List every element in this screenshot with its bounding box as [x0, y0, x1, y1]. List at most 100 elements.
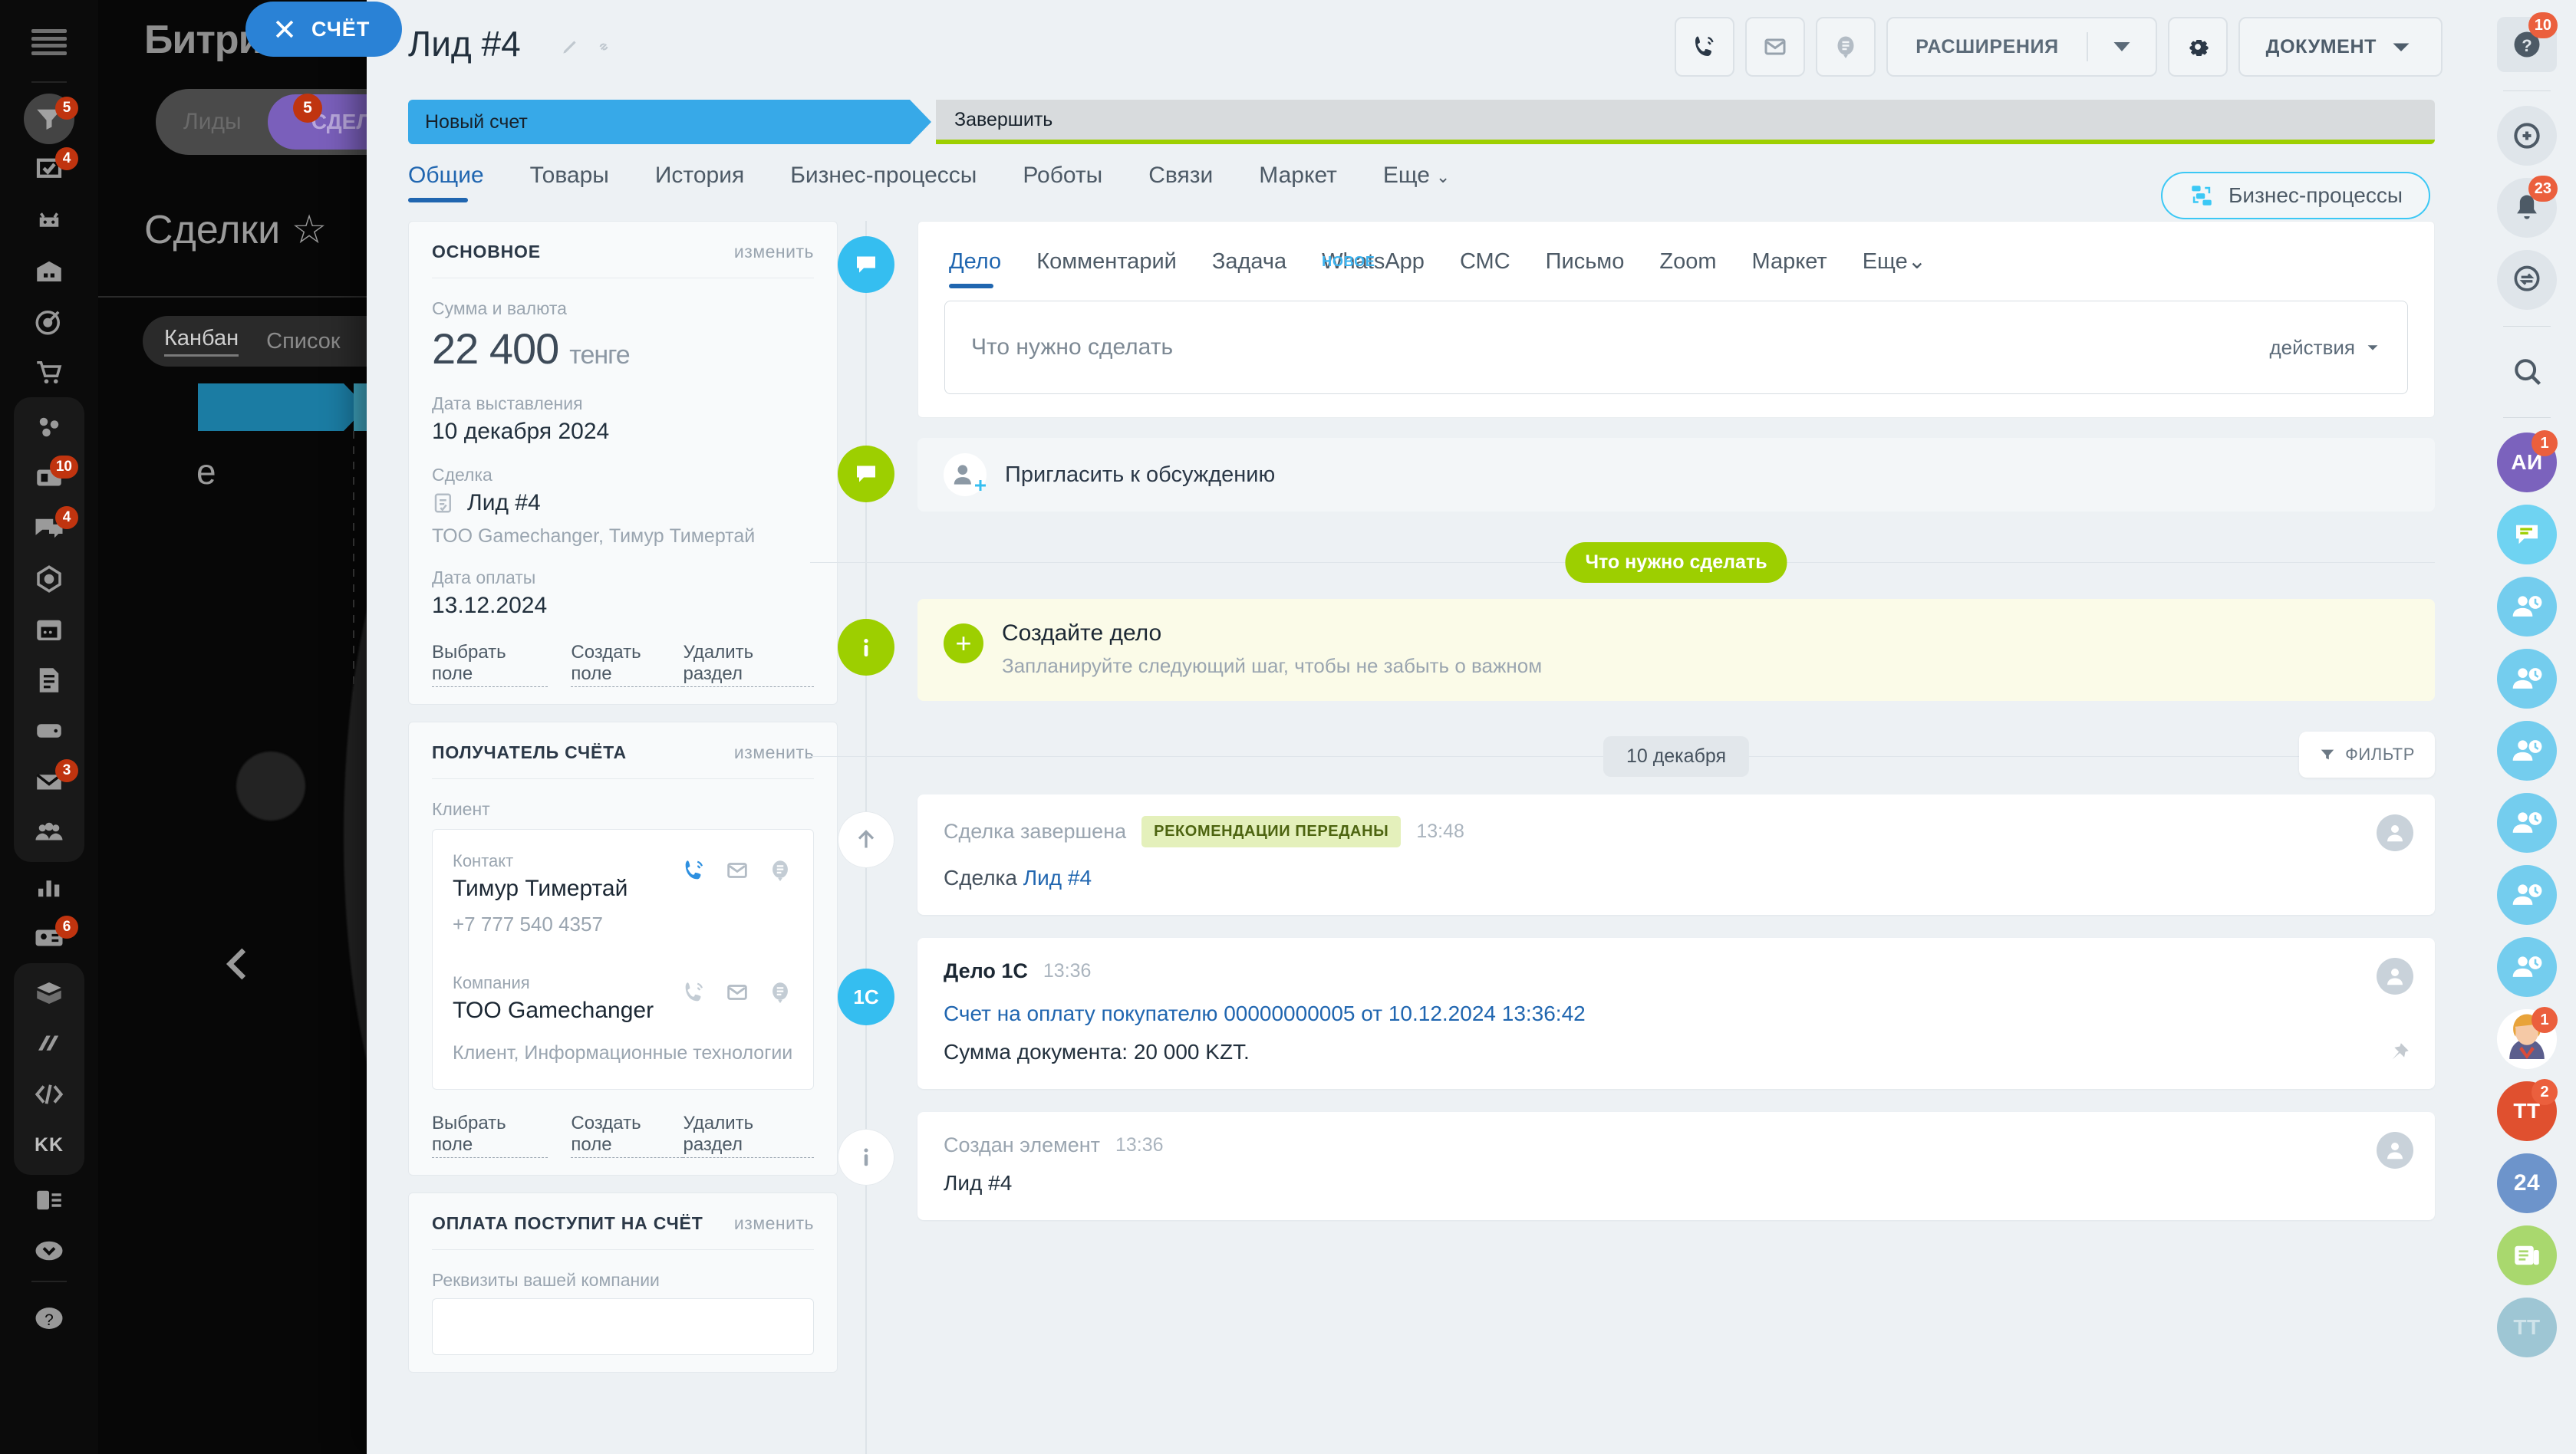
card-recipient-edit[interactable]: изменить — [734, 742, 814, 763]
avatar-ai[interactable]: АИ 1 — [2493, 429, 2561, 496]
select-field-link[interactable]: Выбрать поле — [432, 642, 548, 687]
avatar-tt-muted[interactable]: ТТ — [2493, 1294, 2561, 1361]
sidebar-item-feed[interactable]: 10 — [14, 452, 84, 503]
avatar-news[interactable] — [2493, 1222, 2561, 1289]
delete-section-link[interactable]: Удалить раздел — [683, 642, 814, 687]
avatar-user-5[interactable] — [2493, 861, 2561, 929]
sidebar-item-documents[interactable] — [14, 655, 84, 706]
chat-button[interactable] — [1816, 17, 1876, 77]
favorite-star-icon[interactable]: ☆ — [292, 208, 328, 252]
contact-name[interactable]: Тимур Тимертай — [453, 876, 628, 902]
messenger-button[interactable] — [2493, 246, 2561, 314]
activity-tab-task[interactable]: Задача — [1212, 249, 1286, 288]
activity-actions-dropdown[interactable]: действия — [2270, 336, 2381, 360]
avatar-user-4[interactable] — [2493, 789, 2561, 857]
tab-relations[interactable]: Связи — [1148, 163, 1213, 202]
create-field-link[interactable]: Создать поле — [571, 1113, 684, 1158]
sidebar-item-drive[interactable] — [14, 706, 84, 756]
activity-tab-whatsapp[interactable]: НОВОЕ WhatsApp — [1322, 249, 1425, 288]
tab-products[interactable]: Товары — [530, 163, 609, 202]
call-icon[interactable] — [681, 979, 707, 1005]
avatar[interactable] — [2377, 958, 2413, 995]
sidebar-item-help[interactable]: ? — [14, 1293, 84, 1344]
card-payment-edit[interactable]: изменить — [734, 1213, 814, 1234]
sidebar-item-hex[interactable] — [14, 554, 84, 604]
activity-tab-zoom[interactable]: Zoom — [1659, 249, 1716, 288]
sidebar-item-calendar[interactable] — [14, 604, 84, 655]
call-icon[interactable] — [681, 857, 707, 883]
avatar-tt-red[interactable]: ТТ 2 — [2493, 1077, 2561, 1145]
avatar-chat[interactable] — [2493, 501, 2561, 568]
business-processes-button[interactable]: Бизнес-процессы — [2161, 172, 2430, 219]
plus-icon[interactable]: + — [944, 623, 983, 663]
avatar-photo[interactable]: 1 — [2493, 1005, 2561, 1073]
invoice-document-link[interactable]: Счет на оплату покупателю 00000000005 от… — [944, 1002, 1586, 1025]
extensions-button[interactable]: РАСШИРЕНИЯ — [1886, 17, 2157, 77]
requisites-input[interactable] — [432, 1298, 814, 1355]
stage-finish[interactable]: Завершить — [936, 100, 2435, 144]
sidebar-item-crm[interactable] — [14, 296, 84, 347]
stage-current[interactable]: Новый счет — [408, 100, 931, 144]
whatdo-pill[interactable]: Что нужно сделать — [1565, 542, 1787, 583]
delete-section-link[interactable]: Удалить раздел — [683, 1113, 814, 1158]
sidebar-item-dev[interactable] — [14, 1069, 84, 1120]
edit-pencil-icon[interactable] — [560, 37, 580, 57]
chat-icon[interactable] — [767, 857, 793, 883]
document-button[interactable]: ДОКУМЕНТ — [2238, 17, 2443, 77]
sidebar-item-more[interactable] — [14, 1225, 84, 1276]
activity-tab-market[interactable]: Маркет — [1752, 249, 1827, 288]
create-deal-card[interactable]: + Создайте дело Запланируйте следующий ш… — [917, 599, 2435, 701]
avatar[interactable] — [2377, 814, 2413, 851]
collapse-panel-button[interactable] — [204, 929, 273, 998]
tab-general[interactable]: Общие — [408, 163, 484, 202]
timeline-entry-body-link[interactable]: Лид #4 — [1023, 866, 1092, 890]
sidebar-item-chat[interactable]: 4 — [14, 503, 84, 554]
tab-market[interactable]: Маркет — [1259, 163, 1337, 202]
menu-burger-icon[interactable] — [31, 29, 67, 55]
avatar-user-1[interactable] — [2493, 573, 2561, 640]
email-icon[interactable] — [724, 979, 750, 1005]
sidebar-item-box[interactable] — [14, 968, 84, 1018]
close-icon[interactable] — [272, 16, 298, 42]
link-icon[interactable] — [594, 37, 614, 57]
sidebar-item-tasks[interactable]: 4 — [14, 144, 84, 195]
activity-tab-deal[interactable]: Дело — [949, 249, 1001, 288]
nav-leads-label[interactable]: Лиды — [183, 109, 242, 135]
tab-robots[interactable]: Роботы — [1023, 163, 1102, 202]
activity-tab-more[interactable]: Еще⌄ — [1863, 248, 1926, 288]
settings-button[interactable] — [2167, 17, 2228, 77]
open-invoice-tab[interactable]: СЧЁТ — [245, 2, 403, 57]
extensions-caret[interactable] — [2088, 18, 2156, 75]
email-icon[interactable] — [724, 857, 750, 883]
filter-button[interactable]: ФИЛЬТР — [2299, 732, 2435, 778]
sidebar-item-bot[interactable] — [14, 195, 84, 245]
create-field-link[interactable]: Создать поле — [571, 642, 684, 687]
activity-tab-comment[interactable]: Комментарий — [1036, 249, 1177, 288]
avatar-24[interactable]: 24 — [2493, 1150, 2561, 1217]
view-tab-kanban[interactable]: Канбан — [164, 326, 239, 357]
sidebar-item-analytics[interactable] — [14, 862, 84, 913]
sidebar-item-contacts[interactable]: 6 — [14, 913, 84, 963]
sidebar-item-sites[interactable] — [14, 1175, 84, 1225]
avatar-user-6[interactable] — [2493, 933, 2561, 1001]
call-button[interactable] — [1675, 17, 1735, 77]
sidebar-item-mail[interactable]: 3 — [14, 756, 84, 807]
card-main-edit[interactable]: изменить — [734, 242, 814, 262]
sidebar-item-filter[interactable]: 5 — [14, 94, 84, 144]
notifications-button[interactable]: 23 — [2493, 174, 2561, 242]
field-deal-row[interactable]: Лид #4 — [432, 490, 814, 516]
sidebar-item-employees[interactable] — [14, 807, 84, 857]
sidebar-item-market[interactable] — [14, 1018, 84, 1069]
avatar-user-2[interactable] — [2493, 645, 2561, 712]
activity-tab-letter[interactable]: Письмо — [1546, 249, 1625, 288]
search-button[interactable] — [2493, 337, 2561, 405]
activity-tab-sms[interactable]: СМС — [1460, 249, 1510, 288]
email-button[interactable] — [1745, 17, 1806, 77]
avatar[interactable] — [2377, 1132, 2413, 1169]
pin-icon[interactable] — [2386, 1040, 2412, 1066]
sidebar-item-warehouse[interactable] — [14, 245, 84, 296]
tab-business-processes[interactable]: Бизнес-процессы — [790, 163, 977, 202]
help-button[interactable]: ? 10 — [2493, 11, 2561, 78]
sidebar-item-shop[interactable] — [14, 347, 84, 397]
sidebar-item-kk[interactable]: KK — [14, 1120, 84, 1170]
